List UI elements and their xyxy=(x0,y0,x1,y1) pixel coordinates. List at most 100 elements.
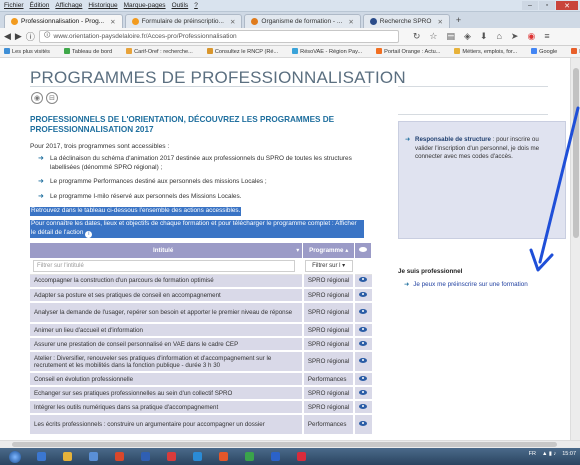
row-view-button[interactable] xyxy=(353,351,372,373)
table-row[interactable]: Echanger sur ses pratiques professionnel… xyxy=(30,386,372,401)
table-row[interactable]: Accompagner la construction d'un parcour… xyxy=(30,274,372,289)
row-title[interactable]: Adapter sa posture et ses pratiques de c… xyxy=(30,288,303,303)
table-row[interactable]: Adapter sa posture et ses pratiques de c… xyxy=(30,288,372,303)
close-window-button[interactable]: ✕ xyxy=(556,1,578,10)
print-icon[interactable]: ⊟ xyxy=(46,92,58,104)
taskbar-app-4[interactable] xyxy=(108,450,130,464)
sort-icon[interactable]: ▾ xyxy=(296,247,299,254)
menu-item[interactable]: Marque-pages xyxy=(124,2,166,9)
row-title[interactable]: Animer un lieu d'accueil et d'informatio… xyxy=(30,323,303,338)
bookmark-item[interactable]: Métiers, emplois, for... xyxy=(454,48,524,55)
taskbar-app-9[interactable] xyxy=(238,450,260,464)
row-title[interactable]: Conseil en évolution professionnelle xyxy=(30,372,303,387)
taskbar-app-11[interactable] xyxy=(290,450,312,464)
row-view-button[interactable] xyxy=(353,414,372,436)
bookmark-item[interactable]: RésoVAE - Région Pay... xyxy=(292,48,369,55)
detail-info-icon[interactable]: i xyxy=(85,230,93,238)
row-title[interactable]: Analyser la demande de l'usager, repérer… xyxy=(30,302,303,324)
browser-tab[interactable]: Professionnalisation - Prog... ✕ xyxy=(4,14,123,28)
taskbar-app-3[interactable] xyxy=(82,450,104,464)
table-row[interactable]: Atelier : Diversifier, renouveler ses pr… xyxy=(30,351,372,373)
bookmark-item[interactable]: Tableau de bord xyxy=(63,48,119,55)
reload-icon[interactable]: ↻ xyxy=(413,31,421,42)
browser-tab[interactable]: Recherche SPRO ✕ xyxy=(362,14,450,28)
taskbar-app-2[interactable] xyxy=(56,450,78,464)
taskbar-app-1[interactable] xyxy=(30,450,52,464)
col-programme-header[interactable]: Programme ▴ xyxy=(302,243,355,258)
bookmark-item[interactable]: Débuter avec Firefox xyxy=(571,48,580,55)
bookmark-item[interactable]: Les plus visités xyxy=(4,48,57,55)
send-icon[interactable]: ➤ xyxy=(511,31,519,42)
start-button[interactable] xyxy=(4,450,26,464)
back-icon[interactable]: ◀ xyxy=(4,31,11,42)
home-icon[interactable]: ⌂ xyxy=(496,31,501,42)
bookmark-item[interactable]: Carif-Oref : recherche... xyxy=(126,48,200,55)
table-row[interactable]: Animer un lieu d'accueil et d'informatio… xyxy=(30,323,372,338)
close-tab-icon[interactable]: ✕ xyxy=(437,18,442,26)
table-row[interactable]: Les écrits professionnels : construire u… xyxy=(30,414,372,436)
maximize-button[interactable]: ▫ xyxy=(539,1,555,10)
tray-icons[interactable]: ▲ ▮ ♪ xyxy=(542,451,556,457)
library-icon[interactable]: ▤ xyxy=(446,31,455,42)
minimize-button[interactable]: – xyxy=(522,1,538,10)
menu-item[interactable]: Affichage xyxy=(55,2,82,9)
language-indicator[interactable]: FR xyxy=(529,451,536,457)
site-identity-icon[interactable]: 🛈 xyxy=(44,31,51,42)
close-tab-icon[interactable]: ✕ xyxy=(348,18,353,26)
bookmark-star-icon[interactable]: ☆ xyxy=(429,31,437,42)
row-view-button[interactable] xyxy=(353,302,372,324)
close-tab-icon[interactable]: ✕ xyxy=(110,18,115,26)
row-view-button[interactable] xyxy=(353,337,372,352)
taskbar-app-5[interactable] xyxy=(134,450,156,464)
structure-info-bold[interactable]: Responsable de structure xyxy=(415,136,491,143)
taskbar-app-10[interactable] xyxy=(264,450,286,464)
menu-item[interactable]: Outils xyxy=(172,2,189,9)
filter-intitule-input[interactable]: Filtrer sur l'intitulé xyxy=(33,259,295,272)
row-title[interactable]: Accompagner la construction d'un parcour… xyxy=(30,274,303,289)
row-view-button[interactable] xyxy=(353,386,372,401)
col-intitule-header[interactable]: Intitulé ▾ xyxy=(30,243,304,258)
menu-item[interactable]: Fichier xyxy=(4,2,24,9)
info-icon[interactable]: ⓘ xyxy=(26,30,35,43)
download-icon[interactable]: ⬇ xyxy=(480,31,488,42)
bookmark-item[interactable]: Portail Orange : Actu... xyxy=(376,48,447,55)
bookmark-item[interactable]: Consultez le RNCP (Ré... xyxy=(206,48,285,55)
menu-item[interactable]: ? xyxy=(194,2,198,9)
row-title[interactable]: Intégrer les outils numériques dans sa p… xyxy=(30,400,303,415)
bookmark-item[interactable]: Google xyxy=(531,48,564,55)
filter-programme-select[interactable]: Filtrer sur l ▾ xyxy=(304,259,353,272)
pocket-icon[interactable]: ◈ xyxy=(464,31,471,42)
row-view-button[interactable] xyxy=(353,274,372,289)
table-row[interactable]: Intégrer les outils numériques dans sa p… xyxy=(30,400,372,415)
taskbar-app-8[interactable] xyxy=(212,450,234,464)
row-title[interactable]: Assurer une prestation de conseil person… xyxy=(30,337,303,352)
audio-icon[interactable]: ◉ xyxy=(31,92,43,104)
taskbar-app-7[interactable] xyxy=(186,450,208,464)
horizontal-scrollbar-thumb[interactable] xyxy=(12,442,557,447)
row-title[interactable]: Echanger sur ses pratiques professionnel… xyxy=(30,386,303,401)
hamburger-menu-icon[interactable]: ≡ xyxy=(544,31,549,42)
vertical-scrollbar[interactable] xyxy=(570,58,580,440)
row-title[interactable]: Les écrits professionnels : construire u… xyxy=(30,414,303,436)
sort-programme-icon[interactable]: ▴ xyxy=(345,247,348,254)
row-title[interactable]: Atelier : Diversifier, renouveler ses pr… xyxy=(30,351,303,373)
table-row[interactable]: Analyser la demande de l'usager, repérer… xyxy=(30,302,372,324)
menu-item[interactable]: Historique xyxy=(88,2,117,9)
row-view-button[interactable] xyxy=(353,288,372,303)
browser-tab[interactable]: Formulaire de préinscriptio... ✕ xyxy=(124,14,243,28)
table-row[interactable]: Conseil en évolution professionnelle Perf… xyxy=(30,372,372,387)
horizontal-scrollbar[interactable] xyxy=(0,440,580,448)
browser-tab[interactable]: Organisme de formation - ... ✕ xyxy=(244,14,361,28)
row-view-button[interactable] xyxy=(353,323,372,338)
preregister-link[interactable]: ➜ Je peux me préinscrire sur une formatio… xyxy=(404,281,528,288)
vertical-scrollbar-thumb[interactable] xyxy=(573,68,579,238)
row-view-button[interactable] xyxy=(353,372,372,387)
table-row[interactable]: Assurer une prestation de conseil person… xyxy=(30,337,372,352)
forward-icon[interactable]: ▶ xyxy=(15,31,22,42)
row-view-button[interactable] xyxy=(353,400,372,415)
taskbar-app-6[interactable] xyxy=(160,450,182,464)
url-bar[interactable]: 🛈 www.orientation-paysdelaloire.fr/Acces… xyxy=(38,30,399,43)
new-tab-icon[interactable]: + xyxy=(456,15,461,25)
clock[interactable]: 15:07 xyxy=(562,451,576,457)
menu-item[interactable]: Édition xyxy=(30,2,50,9)
